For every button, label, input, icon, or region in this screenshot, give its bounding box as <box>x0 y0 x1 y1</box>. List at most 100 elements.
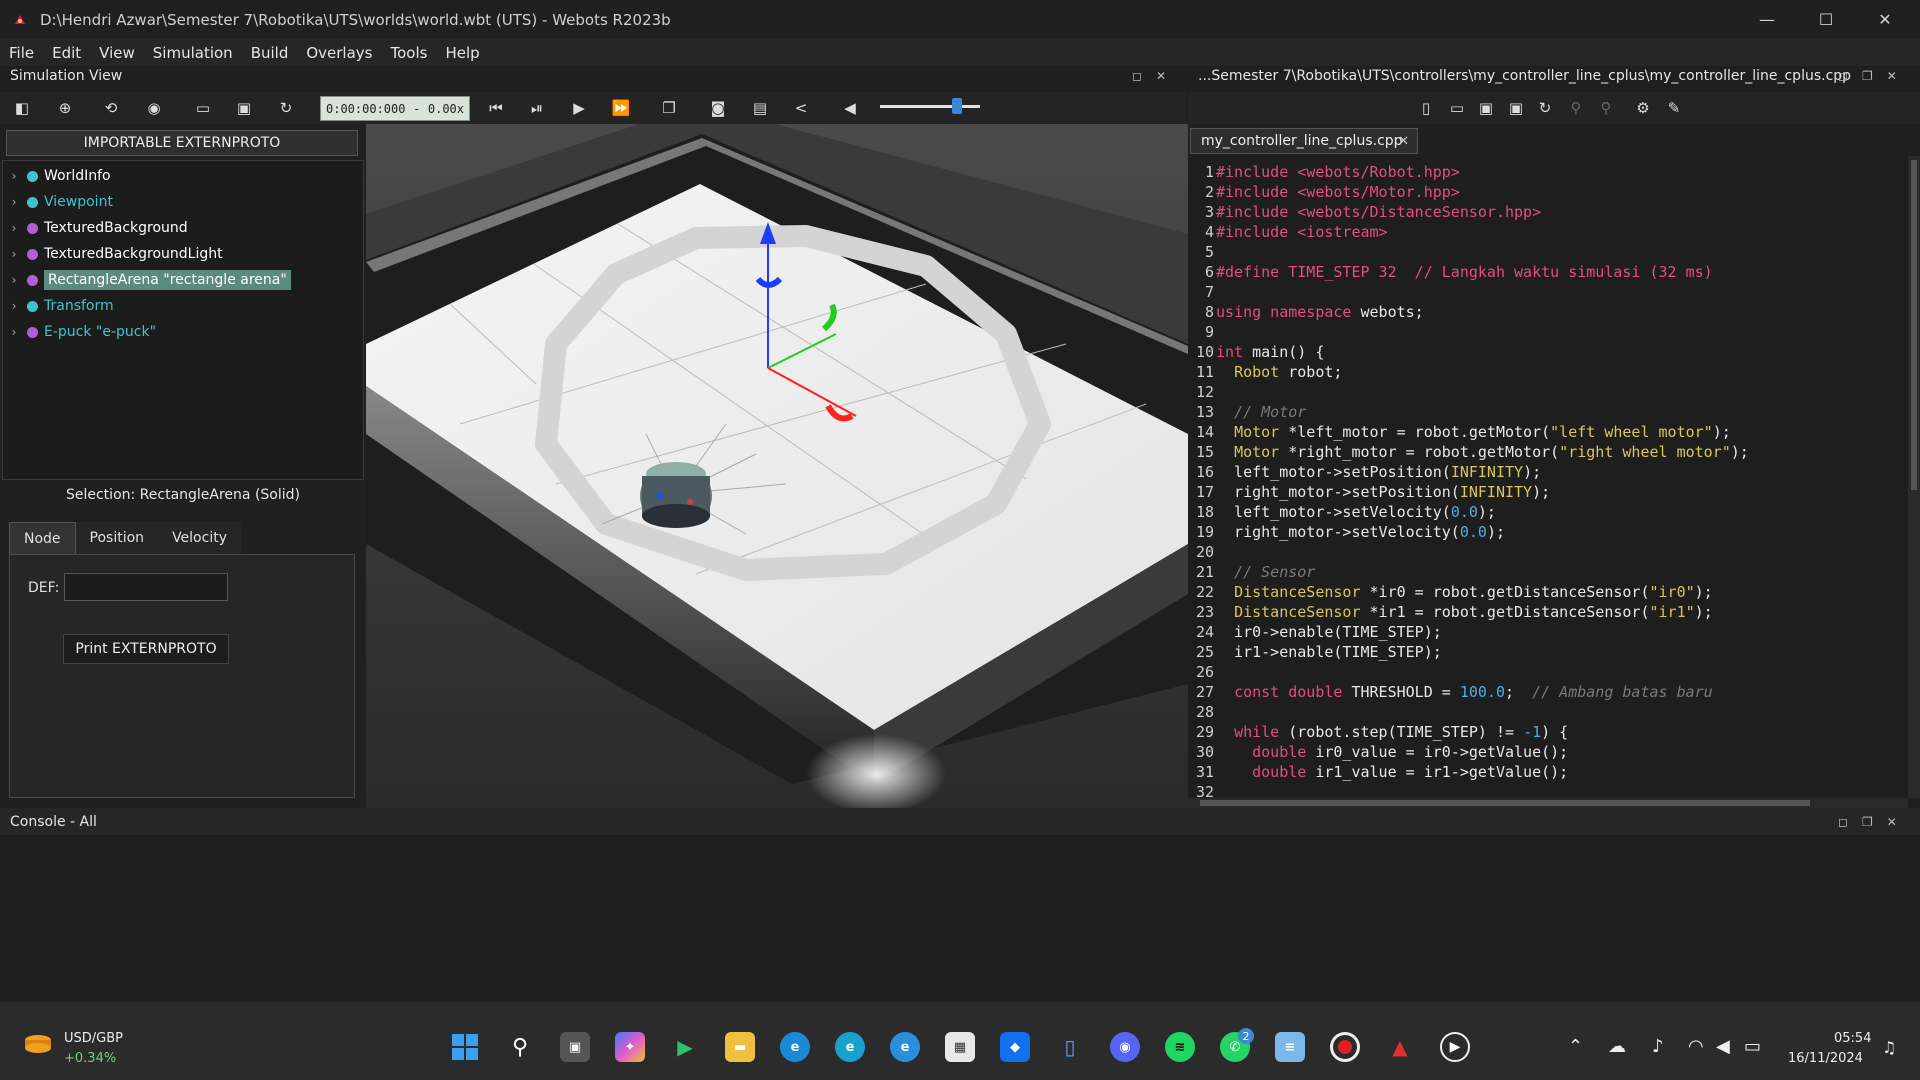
console-output[interactable] <box>0 835 1920 1001</box>
chevron-right-icon[interactable]: › <box>5 273 23 287</box>
battery-icon[interactable]: ▭ <box>1744 1036 1761 1057</box>
dropbox-icon[interactable]: ◆ <box>1000 1032 1030 1062</box>
tab-node[interactable]: Node <box>9 522 76 554</box>
microsoft-store-icon[interactable]: ▦ <box>945 1032 975 1062</box>
search-icon[interactable]: ⚲ <box>505 1032 535 1062</box>
microphone-icon[interactable]: ♪ <box>1652 1036 1664 1057</box>
find-icon[interactable]: ⚲ <box>1566 98 1586 118</box>
undock-icon[interactable]: ◻ <box>1132 69 1142 83</box>
windows-start-icon[interactable] <box>450 1032 480 1062</box>
show-hidden-icons-icon[interactable]: ⌃ <box>1568 1036 1583 1057</box>
close-pane-icon[interactable]: ✕ <box>1887 815 1897 829</box>
save-file-icon[interactable]: ▣ <box>1476 98 1496 118</box>
ticker-change[interactable]: +0.34% <box>64 1051 116 1066</box>
discord-icon[interactable]: ◉ <box>1110 1032 1140 1062</box>
tree-item-viewpoint[interactable]: › Viewpoint <box>3 190 113 214</box>
edge-beta-icon[interactable]: e <box>890 1032 920 1062</box>
tree-item-texturedbackgroundlight[interactable]: › TexturedBackgroundLight <box>3 242 223 266</box>
tree-item-rectanglearena[interactable]: › RectangleArena "rectangle arena" <box>3 268 291 292</box>
editor-tab[interactable]: my_controller_line_cplus.cpp ✕ <box>1190 128 1418 154</box>
notepad-icon[interactable]: ≡ <box>1275 1032 1305 1062</box>
tab-position[interactable]: Position <box>75 522 159 554</box>
edge-icon[interactable]: e <box>780 1032 810 1062</box>
reset-simulation-icon[interactable]: ⏮ <box>486 98 506 118</box>
meet-icon[interactable]: ▶ <box>670 1032 700 1062</box>
editor-vertical-scrollbar[interactable] <box>1908 156 1920 798</box>
open-world-icon[interactable]: ▭ <box>193 98 213 118</box>
close-button[interactable]: ✕ <box>1856 0 1914 39</box>
editor-horizontal-scrollbar[interactable] <box>1188 798 1908 808</box>
volume-tray-icon[interactable]: ◀ <box>1716 1036 1730 1057</box>
menu-file[interactable]: File <box>0 44 43 62</box>
share-icon[interactable]: < <box>791 98 811 118</box>
menu-simulation[interactable]: Simulation <box>144 44 242 62</box>
close-pane-icon[interactable]: ✕ <box>1887 69 1897 83</box>
menu-edit[interactable]: Edit <box>43 44 90 62</box>
revert-file-icon[interactable]: ↻ <box>1535 98 1555 118</box>
step-icon[interactable]: ⏯ <box>527 98 547 118</box>
save-world-icon[interactable]: ▣ <box>234 98 254 118</box>
onedrive-icon[interactable]: ☁ <box>1608 1036 1626 1057</box>
wifi-icon[interactable]: ◠ <box>1688 1036 1704 1057</box>
tab-velocity[interactable]: Velocity <box>158 522 241 554</box>
save-as-icon[interactable]: ▣ <box>1506 98 1526 118</box>
reload-world-icon[interactable]: ↻ <box>276 98 296 118</box>
device-icon[interactable]: ▯ <box>1055 1032 1085 1062</box>
eye-icon[interactable]: ◉ <box>144 98 164 118</box>
chevron-right-icon[interactable]: › <box>5 221 23 235</box>
volume-slider-track[interactable] <box>880 105 980 108</box>
scrollbar-thumb[interactable] <box>1911 160 1917 490</box>
3d-viewport[interactable] <box>366 124 1188 808</box>
play-icon[interactable]: ▶ <box>569 98 589 118</box>
tree-item-texturedbackground[interactable]: › TexturedBackground <box>3 216 188 240</box>
toggle-scene-tree-icon[interactable]: ◧ <box>12 98 32 118</box>
open-file-icon[interactable]: ▭ <box>1447 98 1467 118</box>
menu-tools[interactable]: Tools <box>381 44 436 62</box>
fast-forward-icon[interactable]: ⏩ <box>611 98 631 118</box>
chevron-right-icon[interactable]: › <box>5 195 23 209</box>
chevron-right-icon[interactable]: › <box>5 247 23 261</box>
task-view-icon[interactable]: ▣ <box>560 1032 590 1062</box>
new-file-icon[interactable]: ▯ <box>1416 98 1436 118</box>
ticker-name[interactable]: USD/GBP <box>64 1031 123 1046</box>
minimize-button[interactable]: — <box>1738 0 1796 39</box>
volume-slider-handle[interactable] <box>952 98 962 114</box>
menu-build[interactable]: Build <box>242 44 298 62</box>
media-player-icon[interactable]: ▶ <box>1440 1032 1470 1062</box>
add-node-icon[interactable]: ⊕ <box>55 98 75 118</box>
clean-icon[interactable]: ✎ <box>1664 98 1684 118</box>
code-editor[interactable]: 1 #include <webots/Robot.hpp> 2 #include <… <box>1188 156 1908 798</box>
clock-time[interactable]: 05:54 <box>1834 1031 1871 1046</box>
file-explorer-icon[interactable]: ▬ <box>725 1032 755 1062</box>
tree-item-worldinfo[interactable]: › WorldInfo <box>3 164 111 188</box>
maximize-button[interactable]: ☐ <box>1797 0 1855 39</box>
clock-date[interactable]: 16/11/2024 <box>1788 1051 1863 1066</box>
undock-icon[interactable]: ◻ <box>1838 815 1848 829</box>
webots-taskbar-icon[interactable]: ▲ <box>1385 1032 1415 1062</box>
coins-icon[interactable] <box>22 1032 56 1058</box>
scrollbar-thumb[interactable] <box>1200 800 1810 806</box>
record-icon[interactable] <box>1330 1032 1360 1062</box>
spotify-icon[interactable]: ≋ <box>1165 1032 1195 1062</box>
menu-overlays[interactable]: Overlays <box>297 44 381 62</box>
maximize-pane-icon[interactable]: ❐ <box>1862 69 1873 83</box>
reset-view-icon[interactable]: ⟲ <box>101 98 121 118</box>
volume-icon[interactable]: ◀ <box>840 98 860 118</box>
tree-item-epuck[interactable]: › E-puck "e-puck" <box>3 320 156 344</box>
maximize-pane-icon[interactable]: ❐ <box>1862 815 1873 829</box>
edge-dev-icon[interactable]: e <box>835 1032 865 1062</box>
chevron-right-icon[interactable]: › <box>5 169 23 183</box>
replace-icon[interactable]: ⚲ <box>1596 98 1616 118</box>
rendering-icon[interactable]: ❐ <box>659 98 679 118</box>
tree-item-transform[interactable]: › Transform <box>3 294 114 318</box>
menu-help[interactable]: Help <box>436 44 488 62</box>
chevron-right-icon[interactable]: › <box>5 299 23 313</box>
menu-view[interactable]: View <box>90 44 144 62</box>
importable-externproto-button[interactable]: IMPORTABLE EXTERNPROTO <box>6 130 358 156</box>
screenshot-icon[interactable]: ◙ <box>708 98 728 118</box>
undock-icon[interactable]: ◻ <box>1838 69 1848 83</box>
copilot-icon[interactable]: ✦ <box>615 1032 645 1062</box>
notification-bell-icon[interactable]: ♫ <box>1882 1038 1896 1057</box>
print-externproto-button[interactable]: Print EXTERNPROTO <box>63 634 229 664</box>
build-gear-icon[interactable]: ⚙ <box>1633 98 1653 118</box>
